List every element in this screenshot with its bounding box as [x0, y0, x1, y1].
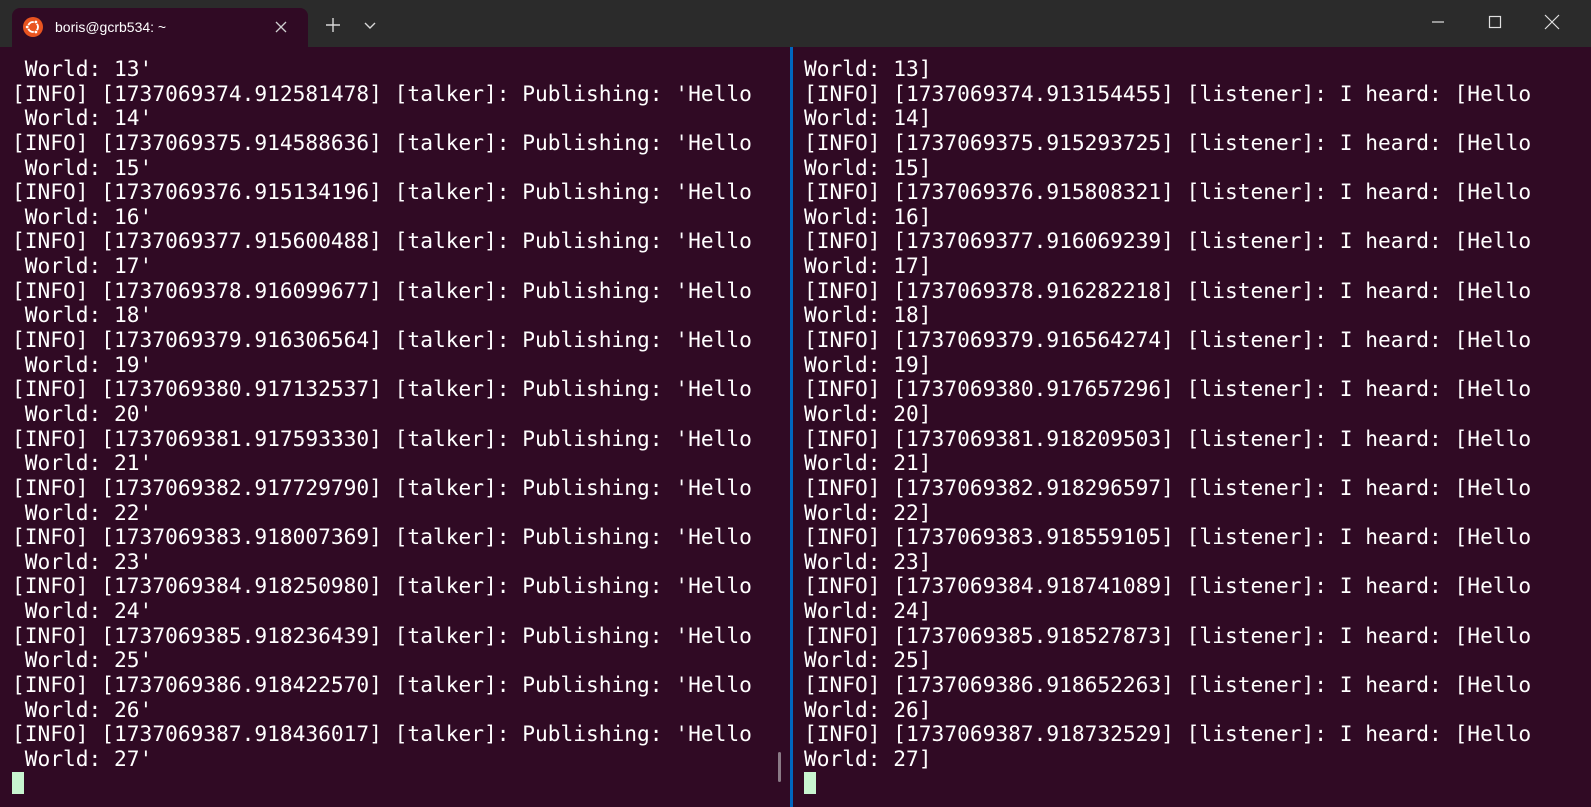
terminal-line: World: 18': [12, 302, 153, 328]
terminal-line: [INFO] [1737069376.915134196] [talker]: …: [12, 179, 752, 205]
terminal-line: World: 20': [12, 400, 153, 426]
terminal-line: [INFO] [1737069384.918741089] [listener]…: [804, 573, 1532, 599]
terminal-line: World: 14': [12, 105, 153, 131]
chevron-down-icon[interactable]: [360, 15, 380, 35]
terminal-line: World: 19]: [804, 351, 932, 377]
terminal-line: World: 17]: [804, 253, 932, 279]
terminal-line: World: 21': [12, 450, 153, 476]
terminal-line: World: 26]: [804, 696, 932, 722]
terminal-line: World: 16]: [804, 203, 932, 229]
terminal-line: [INFO] [1737069381.917593330] [talker]: …: [12, 425, 752, 451]
terminal-line: [INFO] [1737069384.918250980] [talker]: …: [12, 573, 752, 599]
terminal-line: World: 22': [12, 499, 153, 525]
terminal-line: [INFO] [1737069378.916099677] [talker]: …: [12, 277, 752, 303]
terminal-line: World: 20]: [804, 400, 932, 426]
terminal-line: [INFO] [1737069376.915808321] [listener]…: [804, 179, 1532, 205]
terminal-line: [INFO] [1737069382.918296597] [listener]…: [804, 474, 1532, 500]
terminal-line: World: 26': [12, 696, 153, 722]
terminal-line: [INFO] [1737069387.918732529] [listener]…: [804, 721, 1532, 747]
terminal-output: World: 13] [INFO] [1737069374.913154455] …: [804, 56, 1532, 772]
terminal-line: [INFO] [1737069374.912581478] [talker]: …: [12, 80, 752, 106]
terminal-line: World: 13': [12, 56, 153, 81]
ubuntu-logo-icon: [23, 17, 43, 37]
terminal-tab[interactable]: boris@gcrb534: ~: [12, 8, 308, 47]
terminal-line: World: 17': [12, 253, 153, 279]
terminal-cursor: [804, 772, 816, 794]
terminal-line: [INFO] [1737069385.918527873] [listener]…: [804, 622, 1532, 648]
minimize-icon[interactable]: [1423, 10, 1453, 34]
terminal-line: [INFO] [1737069380.917132537] [talker]: …: [12, 376, 752, 402]
terminal-line: World: 14]: [804, 105, 932, 131]
scrollbar-thumb[interactable]: [778, 752, 781, 782]
terminal-line: World: 13]: [804, 56, 932, 81]
terminal-line: [INFO] [1737069382.917729790] [talker]: …: [12, 474, 752, 500]
terminal-line: [INFO] [1737069381.918209503] [listener]…: [804, 425, 1532, 451]
terminal-pane-left[interactable]: World: 13' [INFO] [1737069374.912581478] …: [0, 47, 790, 807]
terminal-cursor: [12, 772, 24, 794]
terminal-line: [INFO] [1737069386.918422570] [talker]: …: [12, 672, 752, 698]
terminal-line: [INFO] [1737069379.916564274] [listener]…: [804, 327, 1532, 353]
terminal-line: [INFO] [1737069375.915293725] [listener]…: [804, 129, 1532, 155]
terminal-line: [INFO] [1737069375.914588636] [talker]: …: [12, 129, 752, 155]
terminal-output: World: 13' [INFO] [1737069374.912581478] …: [12, 56, 752, 772]
terminal-line: World: 19': [12, 351, 153, 377]
terminal-line: World: 25': [12, 647, 153, 673]
close-tab-icon[interactable]: [271, 17, 291, 37]
terminal-line: [INFO] [1737069377.916069239] [listener]…: [804, 228, 1532, 254]
terminal-line: World: 27]: [804, 745, 932, 771]
terminal-line: World: 16': [12, 203, 153, 229]
terminal-line: [INFO] [1737069374.913154455] [listener]…: [804, 80, 1532, 106]
close-icon[interactable]: [1537, 10, 1567, 34]
terminal-line: World: 15]: [804, 154, 932, 180]
terminal-line: [INFO] [1737069385.918236439] [talker]: …: [12, 622, 752, 648]
terminal-line: [INFO] [1737069387.918436017] [talker]: …: [12, 721, 752, 747]
terminal-line: [INFO] [1737069386.918652263] [listener]…: [804, 672, 1532, 698]
terminal-line: World: 15': [12, 154, 153, 180]
terminal-line: World: 18]: [804, 302, 932, 328]
terminal-line: World: 24]: [804, 598, 932, 624]
terminal-line: [INFO] [1737069383.918559105] [listener]…: [804, 524, 1532, 550]
terminal-line: [INFO] [1737069379.916306564] [talker]: …: [12, 327, 752, 353]
terminal-line: [INFO] [1737069378.916282218] [listener]…: [804, 277, 1532, 303]
title-bar: boris@gcrb534: ~: [0, 0, 1591, 47]
terminal-line: World: 22]: [804, 499, 932, 525]
terminal-line: [INFO] [1737069383.918007369] [talker]: …: [12, 524, 752, 550]
terminal-line: [INFO] [1737069380.917657296] [listener]…: [804, 376, 1532, 402]
terminal-line: World: 21]: [804, 450, 932, 476]
terminal-line: [INFO] [1737069377.915600488] [talker]: …: [12, 228, 752, 254]
plus-icon[interactable]: [323, 15, 343, 35]
maximize-icon[interactable]: [1480, 10, 1510, 34]
tab-title: boris@gcrb534: ~: [55, 19, 167, 35]
terminal-line: World: 24': [12, 598, 153, 624]
terminal-line: World: 25]: [804, 647, 932, 673]
terminal-pane-right[interactable]: World: 13] [INFO] [1737069374.913154455] …: [793, 47, 1591, 807]
terminal-line: World: 23]: [804, 548, 932, 574]
terminal-line: World: 27': [12, 745, 153, 771]
terminal-line: World: 23': [12, 548, 153, 574]
